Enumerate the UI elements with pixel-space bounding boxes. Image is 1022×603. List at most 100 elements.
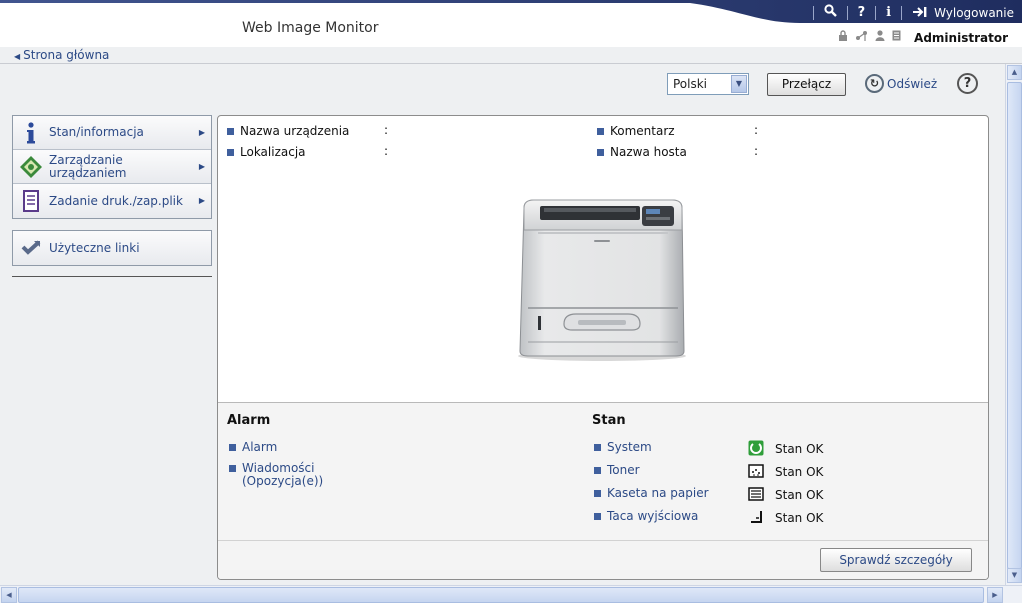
bullet-square xyxy=(229,465,236,472)
chevron-down-icon[interactable]: ▼ xyxy=(731,75,747,93)
bullet-square xyxy=(229,444,236,451)
vertical-scrollbar[interactable]: ▲ ▼ xyxy=(1005,64,1022,585)
user-status-bar: Administrator xyxy=(838,30,1008,45)
help-button[interactable]: ? xyxy=(957,73,978,94)
location-label: Lokalizacja xyxy=(240,145,306,159)
status-output-tray-link[interactable]: Taca wyjściowa xyxy=(594,510,698,523)
toolbar-separator xyxy=(846,6,848,20)
header: Web Image Monitor ? i Wylogowanie Admini… xyxy=(0,0,1022,47)
paper-tray-icon xyxy=(748,487,764,501)
menu-item-label: Użyteczne linki xyxy=(49,241,140,255)
menu-item-useful-links[interactable]: Użyteczne linki xyxy=(12,230,212,266)
status-value: Stan OK xyxy=(775,488,824,502)
menu-item-print-job[interactable]: Zadanie druk./zap.plik ▶ xyxy=(13,184,211,218)
bullet-square xyxy=(594,467,601,474)
chevron-right-icon: ▶ xyxy=(198,128,205,137)
menu-item-label: Zarządzanie urządzaniem xyxy=(49,152,127,180)
status-toner-link[interactable]: Toner xyxy=(594,464,640,477)
menu-item-status-info[interactable]: Stan/informacja ▶ xyxy=(13,116,211,150)
comment-row: Komentarz xyxy=(597,124,675,138)
status-value: Stan OK xyxy=(775,511,824,525)
refresh-label: Odśwież xyxy=(887,76,938,91)
breadcrumb-home-link[interactable]: ◀ Strona główna xyxy=(14,48,109,62)
status-value: Stan OK xyxy=(775,442,824,456)
help-icon[interactable]: ? xyxy=(858,4,866,22)
system-ok-icon xyxy=(748,440,764,456)
logout-button[interactable]: Wylogowanie xyxy=(912,6,1014,21)
alarm-title: Alarm xyxy=(227,413,271,428)
app-title: Web Image Monitor xyxy=(242,20,379,36)
top-toolbar: ? i Wylogowanie xyxy=(803,3,1014,23)
section-divider xyxy=(218,540,988,541)
comment-label: Komentarz xyxy=(610,124,675,138)
vertical-scroll-thumb[interactable] xyxy=(1007,82,1022,569)
toner-icon xyxy=(748,464,764,478)
chevron-right-icon: ▶ xyxy=(198,196,205,205)
search-icon[interactable] xyxy=(824,3,837,23)
print-job-icon xyxy=(13,190,49,212)
scroll-down-button[interactable]: ▼ xyxy=(1007,568,1022,583)
bullet-square xyxy=(597,148,604,156)
status-system-link[interactable]: System xyxy=(594,441,652,454)
bullet-square xyxy=(594,444,601,451)
user-icon xyxy=(875,30,885,45)
horizontal-scroll-thumb[interactable] xyxy=(18,587,984,603)
colon: : xyxy=(384,123,389,137)
breadcrumb-bar: ◀ Strona główna xyxy=(0,47,1022,64)
bullet-square xyxy=(594,490,601,497)
scroll-right-button[interactable]: ▶ xyxy=(987,587,1003,603)
logout-icon xyxy=(912,6,928,21)
horizontal-scrollbar[interactable]: ◀ ▶ xyxy=(0,585,1022,603)
breadcrumb-home-label: Strona główna xyxy=(23,48,110,62)
document-icon xyxy=(892,30,901,45)
alarm-link-label: Alarm xyxy=(242,440,278,454)
alarm-link[interactable]: Alarm xyxy=(229,441,277,454)
bullet-square xyxy=(597,127,604,135)
lock-icon xyxy=(838,30,848,45)
toolbar-separator xyxy=(875,6,877,20)
scroll-up-button[interactable]: ▲ xyxy=(1007,65,1022,80)
status-label: Kaseta na papier xyxy=(607,486,709,500)
logout-label: Wylogowanie xyxy=(934,6,1014,20)
triangle-left-icon: ◀ xyxy=(14,52,21,61)
status-label: System xyxy=(607,440,652,454)
output-tray-icon xyxy=(748,510,764,524)
hostname-label: Nazwa hosta xyxy=(610,145,687,159)
toolbar-separator xyxy=(901,6,903,20)
menu-item-label: Zadanie druk./zap.plik xyxy=(49,193,183,208)
refresh-icon: ↻ xyxy=(865,74,884,93)
toolbar-separator xyxy=(812,6,814,20)
bullet-square xyxy=(227,127,234,135)
messages-link[interactable]: Wiadomości (Opozycja(e)) xyxy=(229,462,352,488)
menu-item-device-management[interactable]: Zarządzanie urządzaniem ▶ xyxy=(13,150,211,184)
language-selected-value: Polski xyxy=(673,77,708,91)
bullet-square xyxy=(227,148,234,156)
refresh-button[interactable]: ↻ Odśwież xyxy=(865,74,937,93)
user-name: Administrator xyxy=(914,30,1008,45)
status-label: Taca wyjściowa xyxy=(607,509,699,523)
links-icon xyxy=(13,240,49,256)
info-icon xyxy=(13,121,49,144)
location-row: Lokalizacja xyxy=(227,145,306,159)
menu-item-label: Stan/informacja xyxy=(49,125,144,139)
status-title: Stan xyxy=(592,413,626,428)
check-details-button[interactable]: Sprawdź szczegóły xyxy=(820,548,972,572)
menu-divider xyxy=(12,276,212,277)
device-management-icon xyxy=(13,155,49,179)
left-menu: Stan/informacja ▶ Zarządzanie urządzanie… xyxy=(12,115,212,219)
printer-image xyxy=(518,199,686,361)
language-select[interactable]: Polski ▼ xyxy=(667,73,749,95)
status-value: Stan OK xyxy=(775,465,824,479)
info-icon[interactable]: i xyxy=(886,4,891,22)
device-status-panel: Nazwa urządzenia : Lokalizacja : Komenta… xyxy=(217,115,989,580)
network-icon xyxy=(855,30,868,45)
switch-language-button[interactable]: Przełącz xyxy=(767,73,846,96)
colon: : xyxy=(754,144,759,158)
messages-link-label: Wiadomości (Opozycja(e)) xyxy=(242,461,324,488)
status-label: Toner xyxy=(607,463,640,477)
hostname-row: Nazwa hosta xyxy=(597,145,687,159)
chevron-right-icon: ▶ xyxy=(198,162,205,171)
status-paper-tray-link[interactable]: Kaseta na papier xyxy=(594,487,709,500)
device-name-label: Nazwa urządzenia xyxy=(240,124,350,138)
scroll-left-button[interactable]: ◀ xyxy=(1,587,17,603)
